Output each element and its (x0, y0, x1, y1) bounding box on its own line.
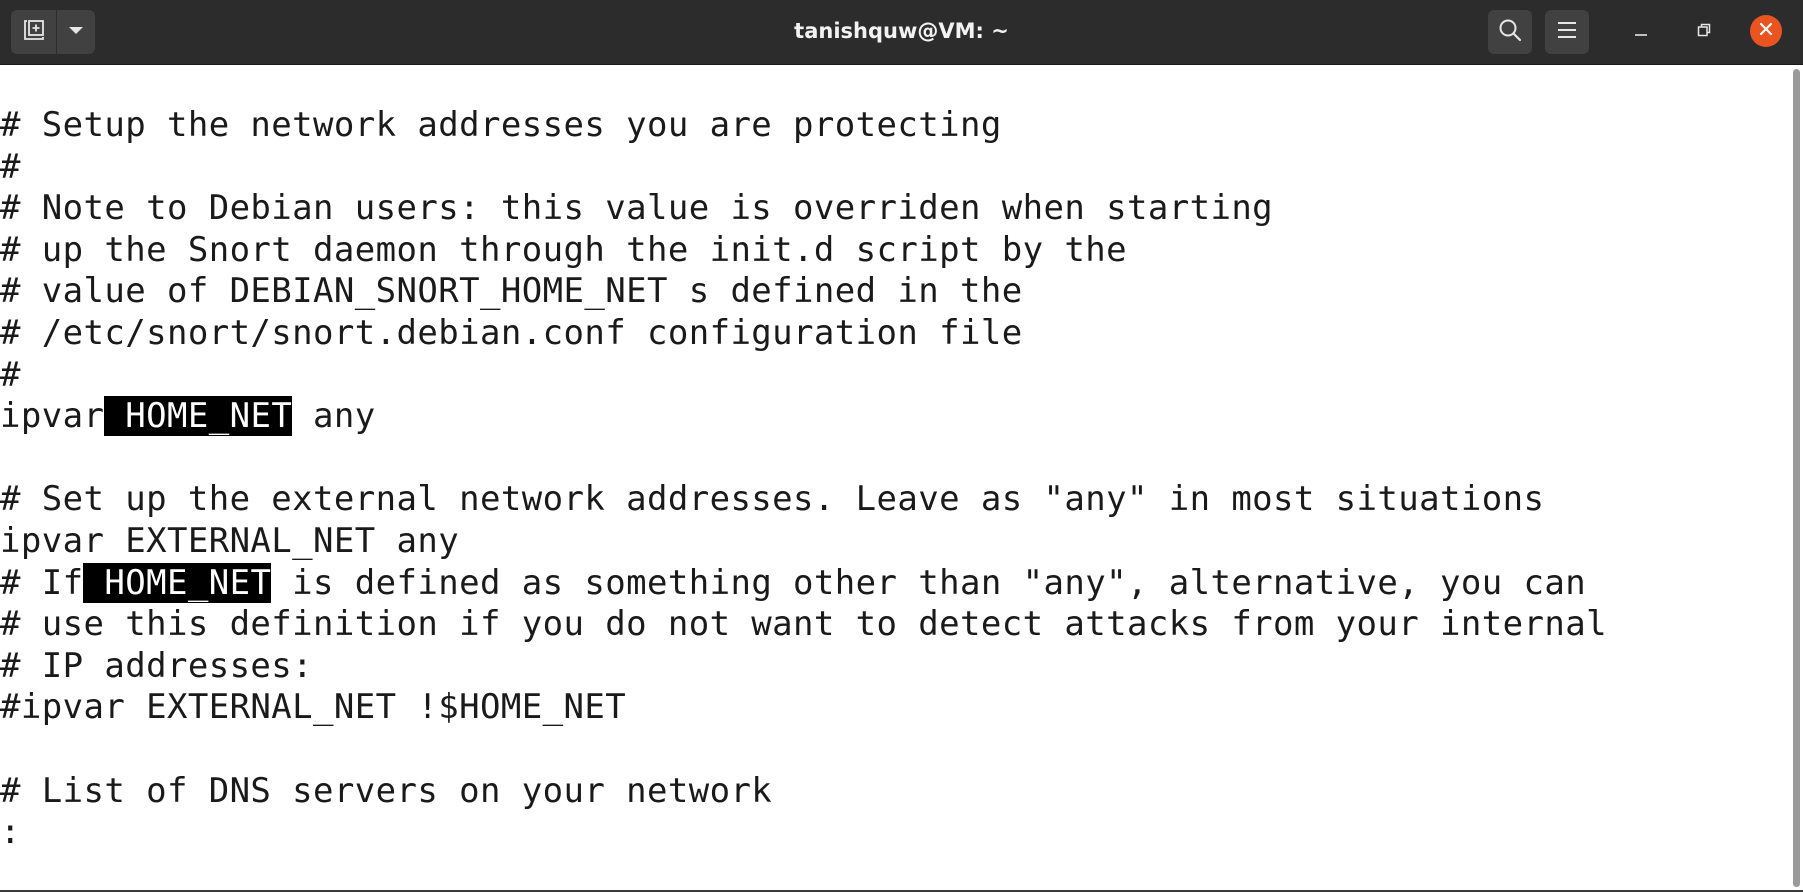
minimize-icon (1634, 23, 1648, 42)
terminal-line: # value of DEBIAN_SNORT_HOME_NET s defin… (0, 271, 1023, 312)
pager-prompt[interactable]: : (0, 812, 1607, 854)
search-button[interactable] (1488, 10, 1532, 54)
line-text: is defined as something other than "any"… (271, 562, 1587, 603)
terminal-line: # Setup the network addresses you are pr… (0, 105, 1002, 145)
window-title: tanishquw@VM: ~ (794, 19, 1009, 43)
search-highlight: HOME_NET (83, 562, 272, 603)
minimize-button[interactable] (1623, 14, 1659, 50)
scrollbar[interactable] (1790, 65, 1803, 892)
terminal-line: #ipvar EXTERNAL_NET !$HOME_NET (0, 687, 627, 728)
terminal-line-ipvar-home-net: ipvar HOME_NET any (0, 396, 1607, 438)
terminal-line-if-home-net: # If HOME_NET is defined as something ot… (0, 562, 1607, 605)
terminal-line: ipvar EXTERNAL_NET any (0, 520, 460, 561)
terminal-line: # (0, 146, 21, 187)
restore-button[interactable] (1686, 14, 1722, 50)
terminal-line: # /etc/snort/snort.debian.conf configura… (0, 312, 1023, 353)
terminal-line: # (0, 354, 21, 395)
close-icon (1759, 22, 1773, 41)
new-tab-icon (23, 19, 45, 46)
terminal-lines: # Setup the network addresses you are pr… (0, 105, 1607, 854)
line-text: ipvar (0, 396, 105, 437)
line-text: any (292, 396, 376, 437)
main-menu-button[interactable] (1545, 10, 1589, 54)
search-icon (1498, 18, 1522, 47)
search-highlight: HOME_NET (104, 396, 293, 437)
chevron-down-icon (68, 23, 84, 41)
scrollbar-thumb[interactable] (1793, 69, 1800, 887)
terminal-line: # use this definition if you do not want… (0, 604, 1607, 645)
close-button[interactable] (1750, 15, 1782, 47)
tab-menu-dropdown-button[interactable] (57, 10, 95, 54)
line-text: # If (0, 562, 84, 603)
terminal-line: # Note to Debian users: this value is ov… (0, 188, 1274, 229)
terminal-line: # IP addresses: (0, 645, 314, 686)
terminal-line: # List of DNS servers on your network (0, 770, 773, 811)
terminal-output[interactable]: # Setup the network addresses you are pr… (0, 65, 1790, 890)
terminal-window: tanishquw@VM: ~ # Setup the network addr… (0, 0, 1803, 892)
terminal-line: # up the Snort daemon through the init.d… (0, 229, 1127, 270)
hamburger-menu-icon (1556, 21, 1578, 44)
title-bar: tanishquw@VM: ~ (0, 0, 1803, 65)
new-tab-button[interactable] (11, 10, 57, 54)
restore-icon (1697, 23, 1711, 42)
terminal-line: # Set up the external network addresses.… (0, 479, 1545, 520)
